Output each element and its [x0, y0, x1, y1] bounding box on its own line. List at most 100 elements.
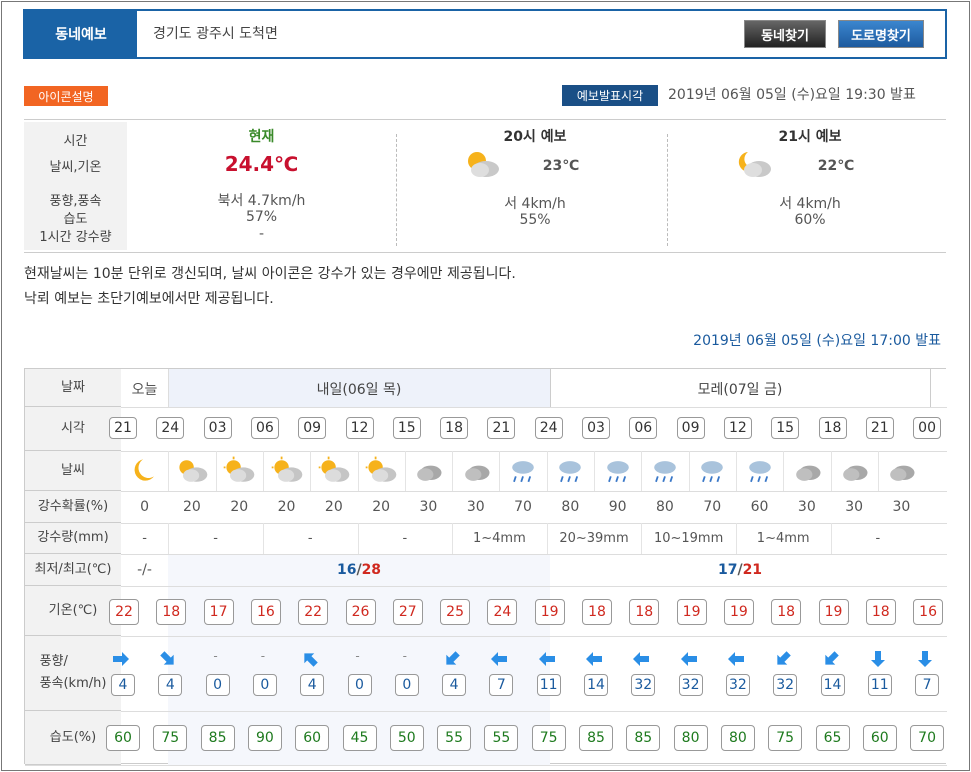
temperature-value: 19 — [723, 599, 754, 625]
pop-value: 20 — [277, 499, 296, 515]
rain-amount: - — [213, 531, 218, 546]
partly-sunny-icon — [271, 456, 302, 482]
pop-value: 20 — [183, 499, 201, 515]
grid-line — [25, 491, 947, 492]
h21-wind: 서 4km/h — [779, 196, 841, 212]
wind-speed: 14 — [820, 674, 845, 696]
now-humidity: 57% — [245, 209, 278, 225]
humidity-value: 60 — [295, 725, 330, 751]
rain-icon — [606, 461, 629, 483]
wind-speed: 11 — [536, 674, 561, 696]
wind-arrow-icon — [727, 652, 744, 666]
col-divider — [452, 451, 454, 491]
moon-icon — [134, 459, 154, 481]
icon-help-button[interactable]: 아이콘설명 — [24, 86, 108, 106]
col-divider — [357, 451, 359, 491]
pop-value: 30 — [797, 499, 816, 515]
wind-arrow-icon — [777, 651, 791, 665]
humidity-value: 75 — [768, 725, 803, 751]
time-label: 06 — [629, 417, 658, 439]
temperature-value: 19 — [534, 599, 565, 625]
wind-arrow-icon — [586, 652, 602, 666]
humidity-value: 60 — [106, 725, 140, 751]
grid-line — [25, 765, 947, 766]
grid-line — [25, 711, 947, 712]
label-rain: 1시간 강수량 — [39, 230, 112, 245]
rain-icon — [654, 461, 676, 483]
rain-amount: 1~4mm — [473, 531, 526, 546]
time-label: 06 — [250, 417, 279, 439]
partly-sunny-icon — [365, 456, 397, 482]
forecast-grid: 날짜 시각 날씨 강수확률(%) 강수량(mm) 최저/최고(℃) 기온(℃) 풍향/ 풍속(… — [24, 368, 947, 766]
time-label: 09 — [676, 417, 705, 439]
date-tomorrow: 내일(06일 목) — [316, 382, 402, 398]
h21-humidity: 60% — [794, 212, 826, 228]
find-local-button[interactable]: 동네찾기 — [744, 20, 826, 48]
temperature-value: 16 — [913, 599, 944, 625]
rain-icon — [512, 461, 534, 483]
partly-sunny-icon — [318, 456, 350, 482]
pop-value: 90 — [608, 499, 627, 515]
notes: 현재날씨는 10분 단위로 갱신되며, 날씨 아이콘은 강수가 있는 경우에만 … — [24, 262, 516, 312]
label-weather: 날씨,기온 — [49, 160, 102, 175]
rain-amount: 1~4mm — [756, 531, 810, 546]
cloudy-icon — [464, 465, 490, 481]
wind-arrow-icon — [918, 651, 933, 667]
humidity-value: 90 — [247, 725, 282, 751]
pop-value: 20 — [324, 499, 343, 515]
publish-time: 2019년 06월 05일 (수)요일 19:30 발표 — [668, 87, 916, 103]
cloudy-icon — [890, 465, 915, 481]
wind-speed: 32 — [725, 674, 750, 696]
time-label: 15 — [771, 417, 800, 439]
temperature-value: 18 — [629, 599, 660, 625]
region-display[interactable]: 경기도 광주시 도척면 — [153, 11, 278, 57]
cloudy-icon — [843, 465, 868, 481]
humidity-value: 75 — [153, 725, 188, 751]
wind-arrow-icon — [491, 652, 508, 666]
time-label: 21 — [109, 417, 137, 439]
label-time: 시간 — [63, 134, 88, 149]
temperature-value: 22 — [298, 599, 329, 625]
row-label-date: 날짜 — [25, 369, 121, 407]
rain-icon — [559, 461, 582, 483]
cloudy-icon — [417, 465, 442, 481]
tab-local-forecast[interactable]: 동네예보 — [25, 11, 137, 57]
humidity-value: 85 — [626, 725, 661, 751]
temperature-value: 26 — [345, 599, 376, 625]
row-label-weather: 날씨 — [25, 451, 121, 491]
grid-line — [25, 451, 947, 452]
date-divider — [930, 369, 931, 407]
temperature-value: 22 — [109, 599, 139, 625]
time-label: 12 — [723, 417, 752, 439]
humidity-value: 50 — [389, 725, 424, 751]
col-divider — [262, 451, 264, 491]
time-label: 00 — [913, 417, 942, 439]
humidity-value: 60 — [862, 725, 897, 751]
h21-title: 21시 예보 — [778, 129, 842, 145]
time-label: 15 — [392, 417, 421, 439]
now-rain: - — [258, 226, 265, 242]
forecast-publish-time: 2019년 06월 05일 (수)요일 17:00 발표 — [693, 333, 941, 349]
humidity-value: 65 — [815, 725, 850, 751]
col-divider — [877, 451, 879, 491]
note-line: 낙뢰 예보는 초단기예보에서만 제공됩니다. — [24, 291, 274, 307]
col-divider — [357, 523, 359, 554]
row-label-time: 시각 — [25, 407, 121, 451]
wind-speed: 7 — [915, 674, 940, 696]
max-temp: 21 — [742, 562, 763, 578]
pop-value: 30 — [466, 499, 485, 515]
temperature-value: 17 — [203, 599, 234, 625]
grid-line — [25, 636, 947, 637]
min-temp: 17 — [717, 562, 738, 578]
wind-speed: 4 — [158, 674, 183, 696]
wind-none: - — [260, 649, 266, 663]
humidity-value: 70 — [910, 725, 945, 751]
temperature-value: 19 — [676, 599, 707, 625]
find-road-button[interactable]: 도로명찾기 — [838, 20, 924, 48]
col-divider — [499, 451, 501, 491]
temperature-value: 25 — [440, 599, 471, 625]
col-divider — [215, 451, 217, 491]
pop-value: 30 — [845, 499, 864, 515]
h20-title: 20시 예보 — [503, 129, 567, 145]
wind-none: - — [355, 649, 360, 663]
